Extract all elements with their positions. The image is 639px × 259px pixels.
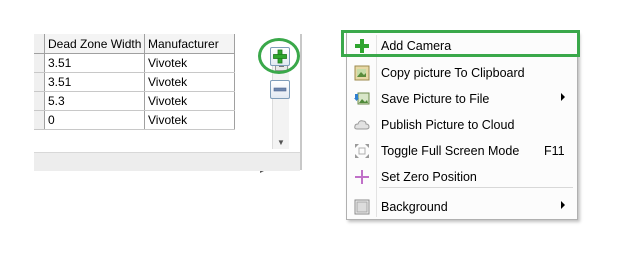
menu-item-set-zero-position[interactable]: Set Zero Position (347, 165, 577, 189)
row-header[interactable] (34, 91, 45, 111)
add-camera-button[interactable] (270, 47, 290, 66)
remove-camera-button[interactable] (270, 80, 290, 99)
cell-dead-zone-width[interactable]: 0 (44, 110, 145, 130)
row-header-corner (34, 34, 45, 54)
cell-manufacturer[interactable]: Vivotek (144, 53, 235, 73)
add-camera-highlight-box (341, 30, 580, 57)
cell-dead-zone-width[interactable]: 5.3 (44, 91, 145, 111)
table-row[interactable]: 3.51 Vivotek (34, 72, 235, 92)
camera-table: Dead Zone Width Manufacturer 3.51 Vivote… (34, 34, 235, 130)
clipboard-icon (354, 65, 370, 81)
grid-border (300, 34, 302, 170)
menu-item-label: Set Zero Position (381, 170, 477, 184)
menu-item-shortcut: F11 (544, 144, 565, 158)
menu-item-toggle-full-screen[interactable]: Toggle Full Screen Mode F11 (347, 139, 577, 163)
menu-item-label: Copy picture To Clipboard (381, 66, 525, 80)
table-header-row: Dead Zone Width Manufacturer (34, 34, 235, 54)
cell-manufacturer[interactable]: Vivotek (144, 110, 235, 130)
scroll-down-arrow-icon[interactable]: ▼ (277, 138, 285, 147)
cell-manufacturer[interactable]: Vivotek (144, 91, 235, 111)
menu-item-copy-picture[interactable]: Copy picture To Clipboard (347, 61, 577, 85)
menu-item-label: Save Picture to File (381, 92, 490, 106)
row-header[interactable] (34, 72, 45, 92)
minus-icon (273, 87, 287, 92)
cell-manufacturer[interactable]: Vivotek (144, 72, 235, 92)
row-header[interactable] (34, 110, 45, 130)
table-row[interactable]: 0 Vivotek (34, 110, 235, 130)
menu-item-save-picture[interactable]: Save Picture to File (347, 87, 577, 111)
submenu-arrow-icon (561, 201, 565, 209)
column-header-manufacturer[interactable]: Manufacturer (144, 34, 235, 54)
row-header[interactable] (34, 53, 45, 73)
cell-dead-zone-width[interactable]: 3.51 (44, 72, 145, 92)
menu-item-label: Publish Picture to Cloud (381, 118, 515, 132)
submenu-arrow-icon (561, 93, 565, 101)
menu-item-publish-picture[interactable]: Publish Picture to Cloud (347, 113, 577, 137)
menu-separator (379, 187, 573, 188)
plus-icon (273, 49, 287, 64)
status-bar (34, 152, 300, 171)
background-icon (354, 199, 370, 215)
menu-item-label: Background (381, 200, 448, 214)
cell-dead-zone-width[interactable]: 3.51 (44, 53, 145, 73)
cloud-icon (354, 120, 370, 130)
menu-item-label: Toggle Full Screen Mode (381, 144, 520, 158)
context-menu: Add Camera Copy picture To Clipboard Sav… (346, 32, 578, 220)
fullscreen-icon (355, 144, 369, 158)
column-header-dead-zone-width[interactable]: Dead Zone Width (44, 34, 145, 54)
table-row[interactable]: 5.3 Vivotek (34, 91, 235, 111)
purple-plus-icon (355, 170, 369, 184)
save-picture-icon (354, 92, 370, 105)
table-row[interactable]: 3.51 Vivotek (34, 53, 235, 73)
menu-item-background[interactable]: Background (347, 195, 577, 219)
